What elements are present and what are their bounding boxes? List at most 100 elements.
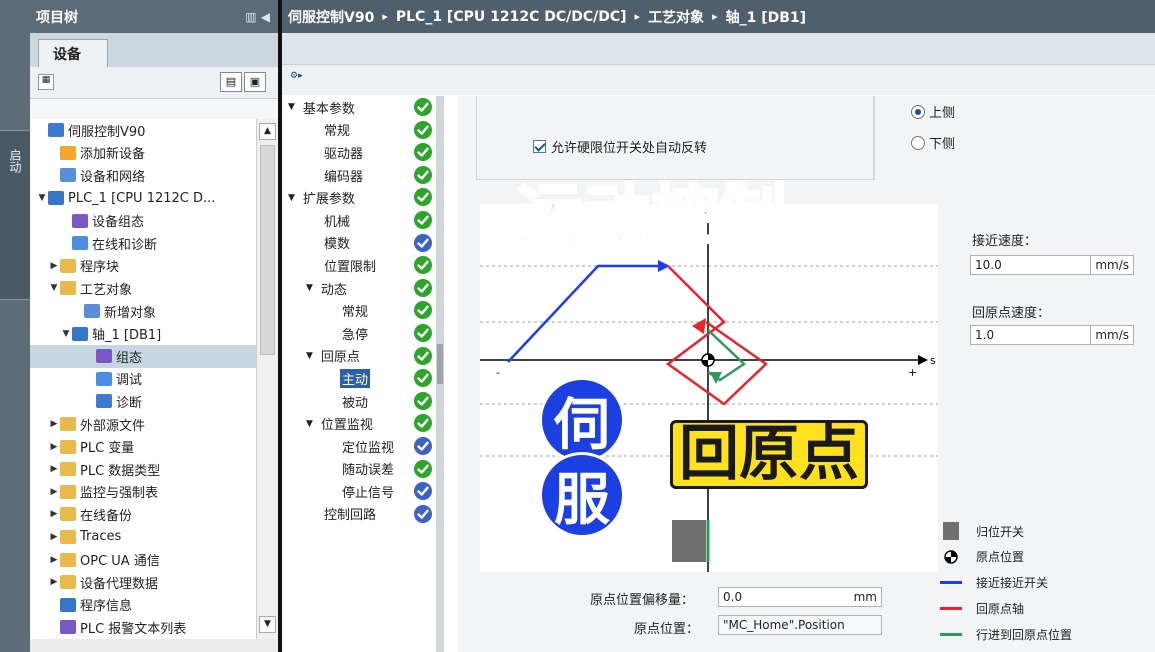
nav-item[interactable]: ▼ 动态 <box>282 277 442 300</box>
approach-speed-unit: mm/s <box>1090 256 1133 274</box>
tree-item[interactable]: ▶ 在线备份 <box>30 503 256 526</box>
legend-item: 接近接近开关 <box>940 574 1048 591</box>
collapse-panel-icon[interactable]: ▥ ◀ <box>245 10 270 24</box>
legend-label: 归位开关 <box>976 524 1025 539</box>
tree-item[interactable]: 新增对象 <box>30 300 256 323</box>
collapsed-arrow-icon[interactable]: ▶ <box>48 555 60 565</box>
nav-item[interactable]: ▼ 扩展参数 <box>282 186 442 209</box>
legend-item: 回原点轴 <box>940 600 1024 617</box>
nav-item[interactable]: 机械 <box>282 209 442 232</box>
scroll-thumb[interactable] <box>260 145 275 355</box>
nav-item[interactable]: 被动 <box>282 390 442 413</box>
tree-item[interactable]: ▼ 轴_1 [DB1] <box>30 322 256 345</box>
breadcrumb-item[interactable]: 工艺对象 <box>648 7 704 27</box>
expanded-arrow-icon[interactable]: ▼ <box>306 351 313 361</box>
nav-item[interactable]: 位置限制 <box>282 254 442 277</box>
tree-item[interactable]: 添加新设备 <box>30 142 256 165</box>
tree-item[interactable]: ▶ 设备代理数据 <box>30 571 256 594</box>
status-ok-icon <box>414 391 432 410</box>
collapsed-arrow-icon[interactable]: ▶ <box>48 577 60 587</box>
nav-item[interactable]: ▼ 位置监视 <box>282 412 442 435</box>
editor-toolbar: ⚙▸ <box>282 65 1155 95</box>
tree-vertical-scrollbar[interactable]: ▲ ▼ <box>256 119 278 639</box>
overview-icon[interactable]: ▣ <box>244 72 266 92</box>
tree-item-label: 监控与强制表 <box>80 486 159 502</box>
tree-item[interactable]: 调试 <box>30 368 256 391</box>
tree-item-label: PLC 变量 <box>80 441 135 457</box>
nav-item[interactable]: 模数 <box>282 232 442 255</box>
home-position-field[interactable]: "MC_Home".Position <box>718 615 882 635</box>
tree-item[interactable]: ▶ 外部源文件 <box>30 413 256 436</box>
expanded-arrow-icon[interactable]: ▼ <box>60 329 72 339</box>
expanded-arrow-icon[interactable]: ▼ <box>288 193 295 203</box>
tree-item[interactable]: 设备和网络 <box>30 164 256 187</box>
tree-item[interactable]: ▼ 工艺对象 <box>30 277 256 300</box>
tree-horizontal-scrollbar[interactable] <box>30 639 278 652</box>
checkbox-checked-icon[interactable] <box>533 140 546 153</box>
scroll-up-icon[interactable]: ▲ <box>259 123 276 140</box>
expanded-arrow-icon[interactable]: ▼ <box>306 283 313 293</box>
function-view-icon[interactable]: ⚙▸ <box>290 71 303 81</box>
collapsed-arrow-icon[interactable]: ▶ <box>48 442 60 452</box>
folder-icon <box>60 281 76 296</box>
tree-item[interactable]: 伺服控制V90 <box>30 119 256 142</box>
tree-item[interactable]: 设备组态 <box>30 209 256 232</box>
nav-item[interactable]: 常规 <box>282 119 442 142</box>
collapsed-arrow-icon[interactable]: ▶ <box>48 419 60 429</box>
nav-item[interactable]: 常规 <box>282 299 442 322</box>
nav-splitter[interactable] <box>436 96 444 652</box>
collapsed-arrow-icon[interactable]: ▶ <box>48 487 60 497</box>
nav-item[interactable]: 停止信号 <box>282 480 442 503</box>
radio-lower-side[interactable]: 下侧 <box>911 133 955 152</box>
start-side-tab[interactable]: 启动 <box>0 130 30 300</box>
expanded-arrow-icon[interactable]: ▼ <box>288 102 295 112</box>
nav-item[interactable]: ▼ 回原点 <box>282 345 442 368</box>
breadcrumb-item[interactable]: 伺服控制V90 <box>288 7 374 27</box>
collapsed-arrow-icon[interactable]: ▶ <box>48 464 60 474</box>
collapsed-arrow-icon[interactable]: ▶ <box>48 532 60 542</box>
homing-speed-input[interactable]: 1.0 mm/s <box>970 325 1134 345</box>
tree-item[interactable]: 组态 <box>30 344 256 368</box>
nav-item[interactable]: 驱动器 <box>282 141 442 164</box>
tab-devices[interactable]: 设备 <box>38 39 108 67</box>
tree-item[interactable]: ▶ PLC 变量 <box>30 435 256 458</box>
tree-item[interactable]: ▶ 监控与强制表 <box>30 481 256 504</box>
collapsed-arrow-icon[interactable]: ▶ <box>48 509 60 519</box>
home-offset-unit: mm <box>853 590 877 604</box>
tree-item[interactable]: ▶ OPC UA 通信 <box>30 548 256 571</box>
nav-item[interactable]: 控制回路 <box>282 503 442 526</box>
tree-item[interactable]: ▶ Traces <box>30 526 256 549</box>
homing-path <box>665 265 768 406</box>
nav-item[interactable]: 编码器 <box>282 164 442 187</box>
breadcrumb-item[interactable]: PLC_1 [CPU 1212C DC/DC/DC] <box>396 9 627 25</box>
tree-item[interactable]: 程序信息 <box>30 593 256 616</box>
tree-item[interactable]: 诊断 <box>30 390 256 413</box>
expanded-arrow-icon[interactable]: ▼ <box>36 193 48 203</box>
tree-item-label: 新增对象 <box>104 305 157 321</box>
tree-item[interactable]: PLC 报警文本列表 <box>30 616 256 639</box>
auto-reverse-checkbox[interactable]: 允许硬限位开关处自动反转 <box>533 137 707 156</box>
list-view-icon[interactable]: ▤ <box>220 72 242 92</box>
nav-item[interactable]: ▼ 基本参数 <box>282 96 442 119</box>
radio-upper-side[interactable]: 上侧 <box>911 102 955 121</box>
nav-item-label: 主动 <box>340 368 371 388</box>
expanded-arrow-icon[interactable]: ▼ <box>306 419 313 429</box>
nav-item[interactable]: 主动 <box>282 367 442 390</box>
radio-selected-icon[interactable] <box>911 104 925 119</box>
tree-item[interactable]: ▶ PLC 数据类型 <box>30 458 256 481</box>
radio-unselected-icon[interactable] <box>911 135 925 150</box>
expanded-arrow-icon[interactable]: ▼ <box>48 283 60 293</box>
folder-icon <box>60 484 76 499</box>
nav-item[interactable]: 急停 <box>282 322 442 345</box>
collapsed-arrow-icon[interactable]: ▶ <box>48 261 60 271</box>
nav-item[interactable]: 定位监视 <box>282 435 442 458</box>
breadcrumb-item[interactable]: 轴_1 [DB1] <box>726 7 806 27</box>
tree-view-icon[interactable]: ▦ <box>38 74 54 90</box>
tree-item[interactable]: ▼ PLC_1 [CPU 1212C D... <box>30 187 256 210</box>
home-offset-input[interactable]: 0.0 mm <box>718 587 882 607</box>
scroll-down-icon[interactable]: ▼ <box>259 616 276 633</box>
nav-item[interactable]: 随动误差 <box>282 458 442 481</box>
tree-item[interactable]: ▶ 程序块 <box>30 255 256 278</box>
approach-speed-input[interactable]: 10.0 mm/s <box>970 255 1134 275</box>
tree-item[interactable]: 在线和诊断 <box>30 232 256 255</box>
